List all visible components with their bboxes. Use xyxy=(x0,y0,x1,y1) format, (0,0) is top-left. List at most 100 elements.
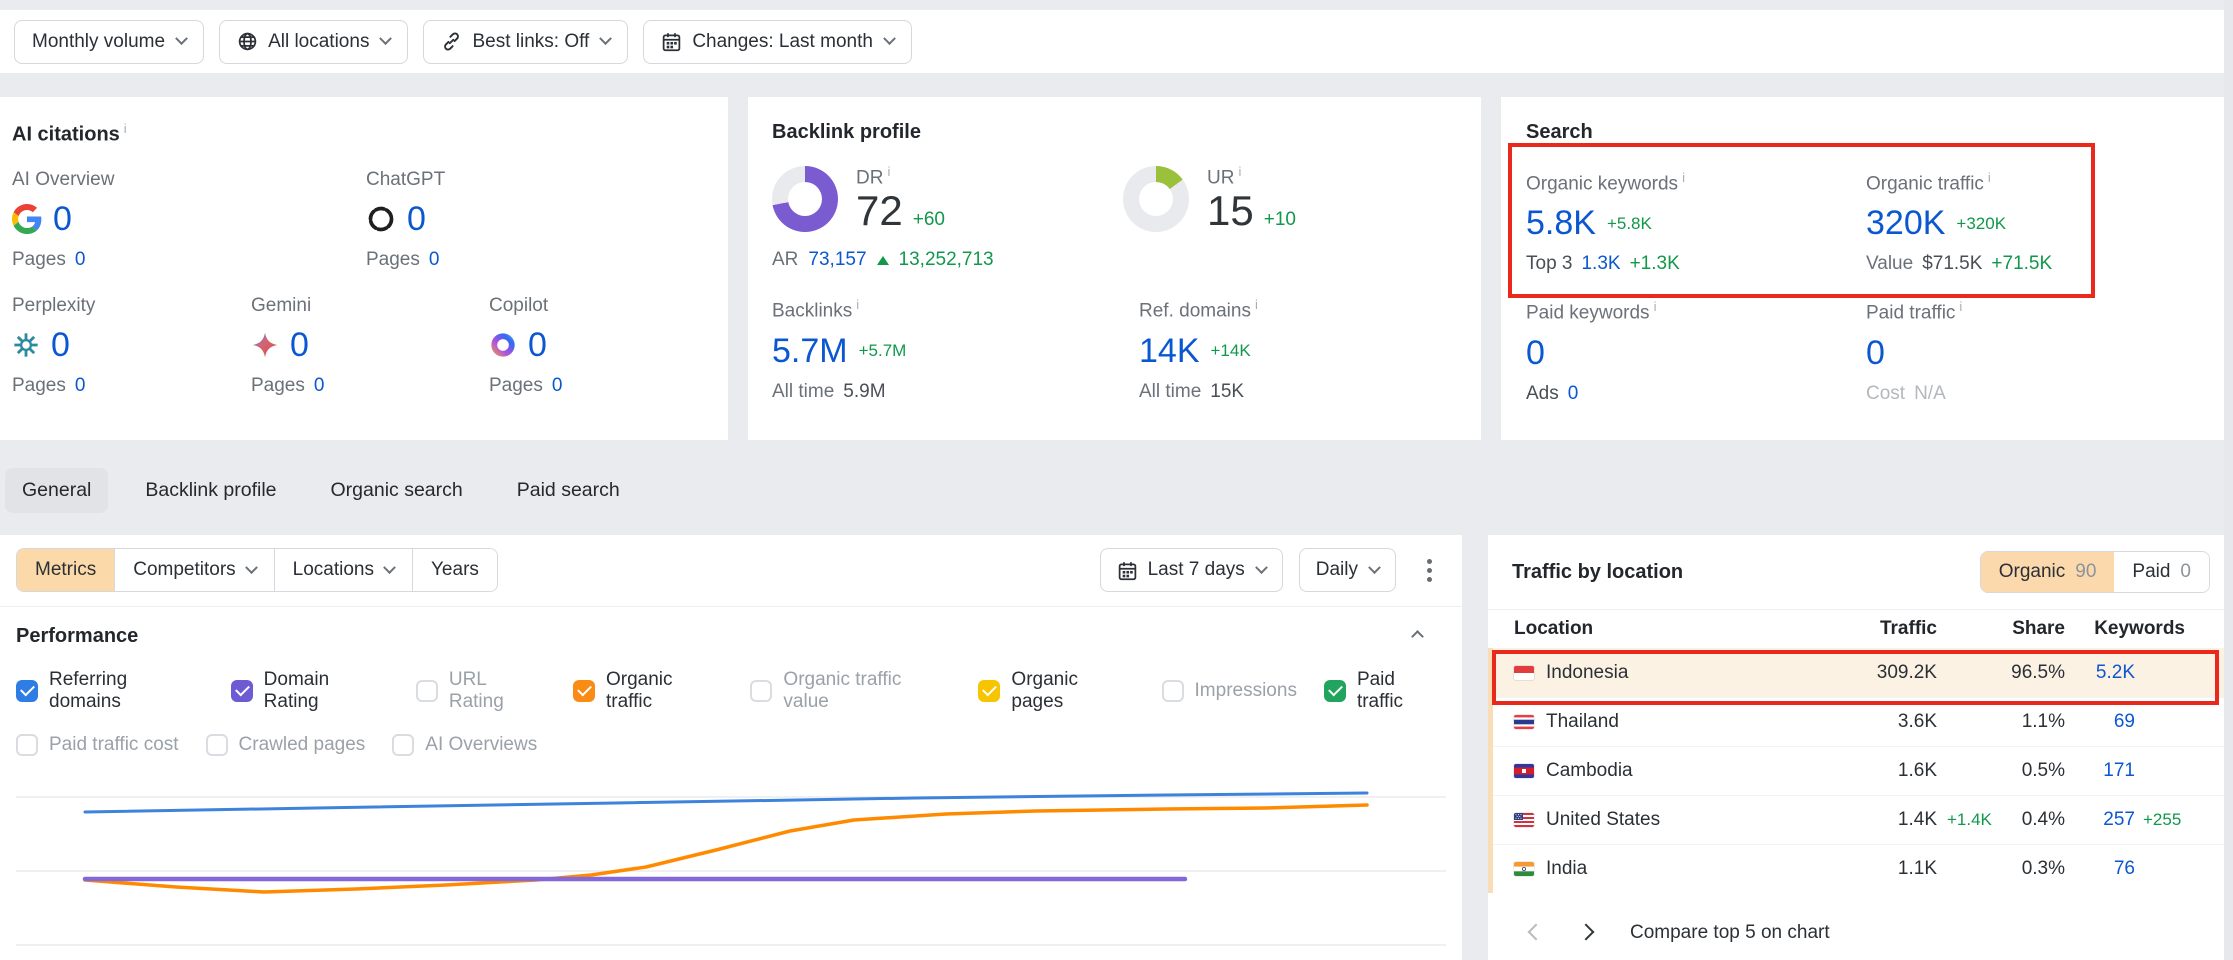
sub-value-link[interactable]: 1.3K xyxy=(1581,253,1620,275)
metric-checkbox-row-1: Referring domains Domain Rating URL Rati… xyxy=(16,669,1446,713)
checkbox[interactable] xyxy=(392,734,414,756)
checkbox-impressions[interactable]: Impressions xyxy=(1162,680,1297,702)
ai-overview-metric: AI Overview 0 Pages0 xyxy=(12,169,366,271)
checkbox-paid-traffic[interactable]: Paid traffic xyxy=(1324,669,1446,713)
keywords-link[interactable]: 5.2K xyxy=(2065,662,2135,684)
ar-value-link[interactable]: 73,157 xyxy=(808,249,866,271)
table-row-united-states[interactable]: United States 1.4K +1.4K 0.4% 257 +255 xyxy=(1488,795,2224,844)
chevron-down-icon xyxy=(380,32,393,45)
metric-value-link[interactable]: 0 xyxy=(1526,334,1545,373)
granularity-button[interactable]: Daily xyxy=(1299,548,1396,592)
up-triangle-icon xyxy=(877,256,889,265)
checkbox[interactable] xyxy=(573,680,595,702)
keywords-link[interactable]: 257 xyxy=(2065,809,2135,831)
pages-value-link[interactable]: 0 xyxy=(75,375,86,397)
keywords-link[interactable]: 69 xyxy=(2065,711,2135,733)
chatgpt-metric: ChatGPT 0 Pages0 xyxy=(366,169,716,271)
metric-delta: +320K xyxy=(1956,214,2006,234)
info-icon[interactable]: i xyxy=(1654,299,1657,314)
chevron-up-icon xyxy=(1411,630,1424,643)
checkbox[interactable] xyxy=(231,680,253,702)
copilot-metric: Copilot 0 Pages0 xyxy=(489,295,716,397)
metric-value-link[interactable]: 5.8K xyxy=(1526,204,1596,243)
segment-locations[interactable]: Locations xyxy=(275,549,413,591)
pages-value-link[interactable]: 0 xyxy=(314,375,325,397)
card-title: AI citationsi xyxy=(12,121,716,147)
info-icon[interactable]: i xyxy=(1255,297,1258,312)
checkbox-paid-traffic-cost[interactable]: Paid traffic cost xyxy=(16,734,179,756)
tab-backlink-profile[interactable]: Backlink profile xyxy=(128,468,293,513)
info-icon[interactable]: i xyxy=(124,121,127,136)
metric-value-link[interactable]: 0 xyxy=(528,326,547,365)
checkbox-domain-rating[interactable]: Domain Rating xyxy=(231,669,389,713)
changes-filter[interactable]: Changes: Last month xyxy=(643,20,912,64)
previous-page-button[interactable] xyxy=(1518,915,1554,951)
metric-value-link[interactable]: 320K xyxy=(1866,204,1945,243)
metric-value-link[interactable]: 0 xyxy=(51,326,70,365)
checkbox-referring-domains[interactable]: Referring domains xyxy=(16,669,204,713)
checkbox-crawled-pages[interactable]: Crawled pages xyxy=(206,734,366,756)
paid-keywords-metric: Paid keywordsi 0 Ads0 xyxy=(1526,299,1866,404)
best-links-filter[interactable]: Best links: Off xyxy=(423,20,628,64)
checkbox[interactable] xyxy=(1324,680,1346,702)
table-row-indonesia[interactable]: Indonesia 309.2K 96.5% 5.2K xyxy=(1488,648,2224,697)
table-row-thailand[interactable]: Thailand 3.6K 1.1% 69 xyxy=(1488,697,2224,746)
checkbox[interactable] xyxy=(206,734,228,756)
info-icon[interactable]: i xyxy=(1988,170,1991,185)
metric-label: Paid traffici xyxy=(1866,299,2199,324)
metric-value-link[interactable]: 14K xyxy=(1139,332,1200,371)
checkbox[interactable] xyxy=(16,680,38,702)
pages-label: Pages xyxy=(12,375,66,397)
keywords-link[interactable]: 76 xyxy=(2065,858,2135,880)
checkbox-ai-overviews[interactable]: AI Overviews xyxy=(392,734,537,756)
tab-general[interactable]: General xyxy=(5,468,108,513)
checkbox-organic-traffic-value[interactable]: Organic traffic value xyxy=(750,669,951,713)
info-icon[interactable]: i xyxy=(1238,164,1241,179)
sub-value-link[interactable]: 0 xyxy=(1568,383,1579,405)
indonesia-flag-icon xyxy=(1514,666,1534,680)
segment-competitors[interactable]: Competitors xyxy=(115,549,274,591)
tab-organic-search[interactable]: Organic search xyxy=(314,468,480,513)
checkbox-url-rating[interactable]: URL Rating xyxy=(416,669,546,713)
metric-value-link[interactable]: 0 xyxy=(53,200,72,239)
table-row-cambodia[interactable]: Cambodia 1.6K 0.5% 171 xyxy=(1488,746,2224,795)
checkbox[interactable] xyxy=(1162,680,1184,702)
monthly-volume-filter[interactable]: Monthly volume xyxy=(14,20,204,64)
chevron-down-icon xyxy=(883,32,896,45)
toggle-paid[interactable]: Paid0 xyxy=(2114,552,2209,592)
segment-years[interactable]: Years xyxy=(413,549,497,591)
chevron-down-icon xyxy=(175,32,188,45)
locations-filter[interactable]: All locations xyxy=(219,20,408,64)
checkbox[interactable] xyxy=(416,680,438,702)
checkbox[interactable] xyxy=(978,680,1000,702)
sub-label: Value xyxy=(1866,253,1913,275)
info-icon[interactable]: i xyxy=(1959,299,1962,314)
more-options-button[interactable] xyxy=(1412,550,1446,590)
info-icon[interactable]: i xyxy=(887,164,890,179)
date-range-button[interactable]: Last 7 days xyxy=(1100,548,1283,592)
card-title: Search xyxy=(1526,121,2199,144)
keywords-link[interactable]: 171 xyxy=(2065,760,2135,782)
checkbox-organic-pages[interactable]: Organic pages xyxy=(978,669,1134,713)
info-icon[interactable]: i xyxy=(1682,170,1685,185)
toggle-organic[interactable]: Organic90 xyxy=(1981,552,2115,592)
metric-value-link[interactable]: 0 xyxy=(1866,334,1885,373)
pages-value-link[interactable]: 0 xyxy=(75,249,86,271)
pages-value-link[interactable]: 0 xyxy=(429,249,440,271)
checkbox[interactable] xyxy=(750,680,772,702)
segment-metrics[interactable]: Metrics xyxy=(17,549,115,591)
metric-value-link[interactable]: 0 xyxy=(407,200,426,239)
table-row-india[interactable]: India 1.1K 0.3% 76 xyxy=(1488,844,2224,893)
tab-paid-search[interactable]: Paid search xyxy=(500,468,637,513)
checkbox[interactable] xyxy=(16,734,38,756)
pages-value-link[interactable]: 0 xyxy=(552,375,563,397)
metric-value-link[interactable]: 5.7M xyxy=(772,332,848,371)
checkbox-organic-traffic[interactable]: Organic traffic xyxy=(573,669,723,713)
metric-value-link[interactable]: 0 xyxy=(290,326,309,365)
report-tabs: General Backlink profile Organic search … xyxy=(5,468,637,513)
vertical-scrollbar[interactable] xyxy=(2224,0,2233,960)
next-page-button[interactable] xyxy=(1568,915,1604,951)
performance-panel: Metrics Competitors Locations Years Last… xyxy=(0,535,1462,960)
info-icon[interactable]: i xyxy=(856,297,859,312)
collapse-section-button[interactable] xyxy=(1411,629,1422,644)
